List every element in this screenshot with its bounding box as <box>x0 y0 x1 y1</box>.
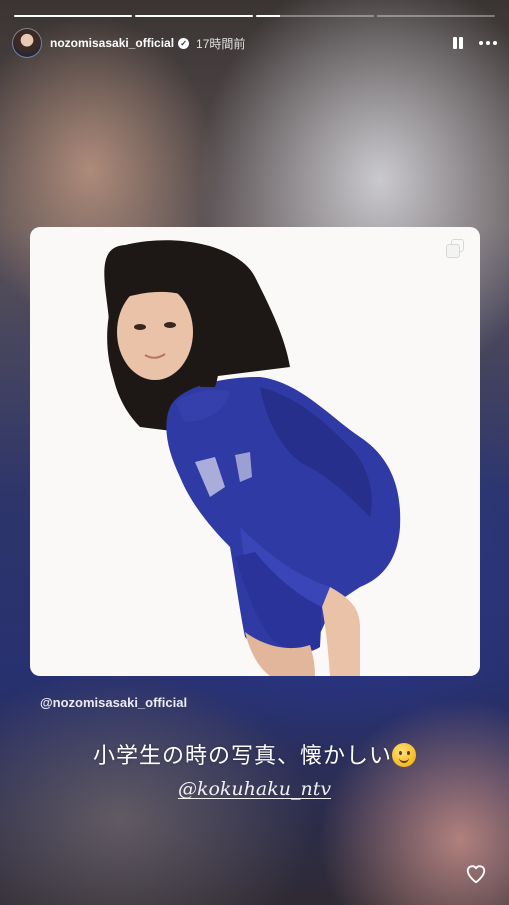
progress-segment <box>135 15 253 17</box>
story-timestamp: 17時間前 <box>196 36 246 51</box>
pause-icon[interactable] <box>451 36 465 50</box>
progress-fill <box>135 15 253 17</box>
post-attribution[interactable]: @nozomisasaki_official <box>40 695 187 710</box>
verified-badge-icon: ✓ <box>178 37 190 49</box>
progress-segment <box>256 15 374 17</box>
heart-icon[interactable] <box>465 863 487 885</box>
story-progress-bar <box>14 15 495 17</box>
progress-segment <box>377 15 495 17</box>
progress-segment <box>14 15 132 17</box>
avatar[interactable] <box>12 28 42 58</box>
smiling-face-emoji-icon <box>392 743 416 767</box>
progress-fill <box>14 15 132 17</box>
story-header: nozomisasaki_official ✓ 17時間前 <box>12 28 497 58</box>
caption-text: 小学生の時の写真、懐かしい <box>92 744 392 769</box>
mention-sticker[interactable]: @kokuhaku_ntv <box>0 778 509 800</box>
post-photo <box>104 240 401 676</box>
progress-fill <box>256 15 280 17</box>
header-controls <box>451 36 497 50</box>
more-options-icon[interactable] <box>479 37 497 49</box>
story-viewer: nozomisasaki_official ✓ 17時間前 @nozomisas… <box>0 0 509 905</box>
shared-post-card[interactable] <box>30 227 480 676</box>
story-text-caption: 小学生の時の写真、懐かしい <box>0 738 509 770</box>
carousel-icon <box>446 239 466 259</box>
username[interactable]: nozomisasaki_official <box>50 36 174 50</box>
